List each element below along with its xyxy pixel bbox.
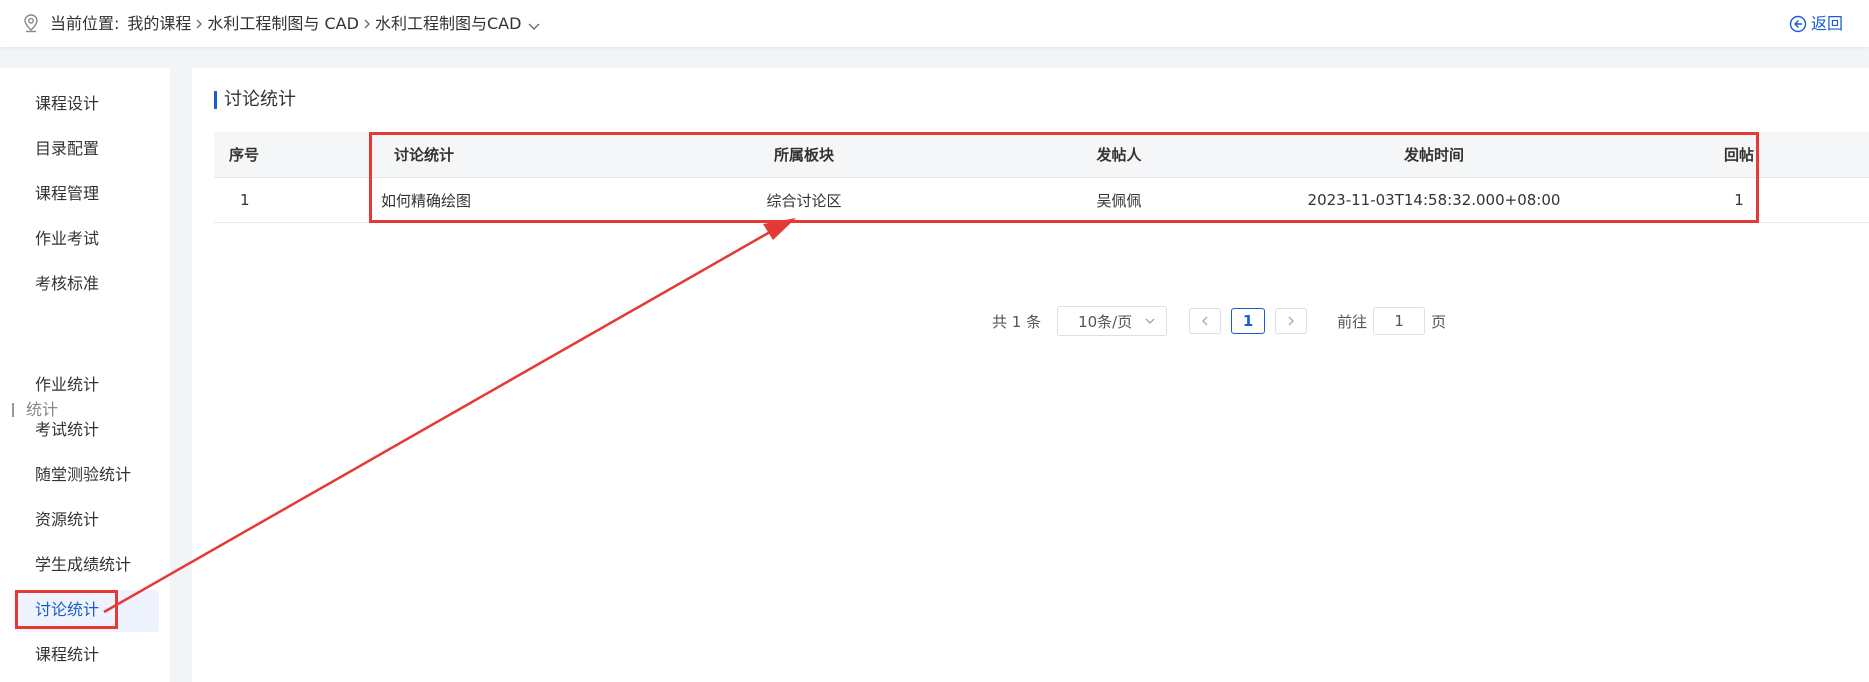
column-header-author: 发帖人 xyxy=(954,132,1284,178)
page-number-current[interactable]: 1 xyxy=(1231,308,1266,334)
goto-prefix: 前往 xyxy=(1337,312,1368,331)
top-bar: 当前位置: 我的课程 水利工程制图与 CAD 水利工程制图与CAD 返回 xyxy=(0,0,1869,47)
table-row[interactable]: 1 如何精确绘图 综合讨论区 吴佩佩 2023-11-03T14:58:32.0… xyxy=(214,177,1869,223)
sidebar-item-quiz-stats[interactable]: 随堂测验统计 xyxy=(14,455,159,497)
goto-suffix: 页 xyxy=(1431,312,1447,331)
next-page-button[interactable] xyxy=(1275,308,1308,334)
sidebar-item-exam-stats[interactable]: 考试统计 xyxy=(14,410,159,452)
column-header-board: 所属板块 xyxy=(654,132,954,178)
breadcrumb: 当前位置: 我的课程 水利工程制图与 CAD 水利工程制图与CAD xyxy=(50,13,541,35)
cell-author: 吴佩佩 xyxy=(954,177,1284,223)
back-arrow-icon xyxy=(1789,15,1807,33)
breadcrumb-item-course[interactable]: 水利工程制图与 CAD xyxy=(207,13,359,35)
sidebar-item-discussion-stats[interactable]: 讨论统计 xyxy=(14,590,159,632)
sidebar-item-resource-stats[interactable]: 资源统计 xyxy=(14,500,159,542)
breadcrumb-item-current[interactable]: 水利工程制图与CAD xyxy=(375,13,521,35)
sidebar-item-homework-exam[interactable]: 作业考试 xyxy=(14,219,159,261)
pagination: 共 1 条 10条/页 1 前往 页 xyxy=(992,306,1446,336)
cell-topic[interactable]: 如何精确绘图 xyxy=(359,177,654,223)
main-panel: 讨论统计 序号 讨论统计 所属板块 发帖人 发帖时间 回帖 1 如何精确绘图 综… xyxy=(192,68,1869,682)
sidebar-item-assessment-criteria[interactable]: 考核标准 xyxy=(14,264,159,306)
chevron-down-icon[interactable] xyxy=(527,17,541,31)
chevron-right-icon xyxy=(193,17,205,31)
chevron-down-icon xyxy=(1145,318,1155,324)
column-header-replies: 回帖 xyxy=(1584,132,1869,178)
sidebar-item-course-stats[interactable]: 课程统计 xyxy=(14,635,159,677)
sidebar: 课程设计 目录配置 课程管理 作业考试 考核标准 统计 作业统计 考试统计 随堂… xyxy=(0,68,170,682)
cell-index: 1 xyxy=(214,177,359,223)
location-pin-icon xyxy=(24,14,38,33)
column-header-index: 序号 xyxy=(214,132,359,178)
column-header-post-time: 发帖时间 xyxy=(1284,132,1584,178)
breadcrumb-item-my-courses[interactable]: 我的课程 xyxy=(127,13,191,35)
breadcrumb-prefix: 当前位置: xyxy=(50,14,120,33)
column-header-topic: 讨论统计 xyxy=(359,132,654,178)
cell-post-time: 2023-11-03T14:58:32.000+08:00 xyxy=(1284,177,1584,223)
chevron-left-icon xyxy=(1202,316,1208,326)
prev-page-button[interactable] xyxy=(1189,308,1222,334)
page-size-select[interactable]: 10条/页 xyxy=(1057,306,1168,336)
cell-replies: 1 xyxy=(1584,177,1869,223)
discussion-table: 序号 讨论统计 所属板块 发帖人 发帖时间 回帖 1 如何精确绘图 综合讨论区 … xyxy=(214,132,1869,223)
cell-board: 综合讨论区 xyxy=(654,177,954,223)
sidebar-item-course-design[interactable]: 课程设计 xyxy=(14,84,159,126)
goto-page-input[interactable] xyxy=(1373,307,1426,335)
back-button[interactable]: 返回 xyxy=(1789,13,1843,35)
page-size-value: 10条/页 xyxy=(1078,312,1133,331)
sidebar-item-catalog-config[interactable]: 目录配置 xyxy=(14,129,159,171)
chevron-right-icon xyxy=(361,17,373,31)
section-title: 讨论统计 xyxy=(214,88,296,112)
chevron-right-icon xyxy=(1288,316,1295,326)
sidebar-item-course-management[interactable]: 课程管理 xyxy=(14,174,159,216)
back-label: 返回 xyxy=(1810,14,1843,33)
pagination-total: 共 1 条 xyxy=(992,312,1042,331)
table-header-row: 序号 讨论统计 所属板块 发帖人 发帖时间 回帖 xyxy=(214,132,1869,178)
goto-page: 前往 页 xyxy=(1337,307,1446,335)
sidebar-item-homework-stats[interactable]: 作业统计 xyxy=(14,365,159,407)
sidebar-item-grade-stats[interactable]: 学生成绩统计 xyxy=(14,545,159,587)
